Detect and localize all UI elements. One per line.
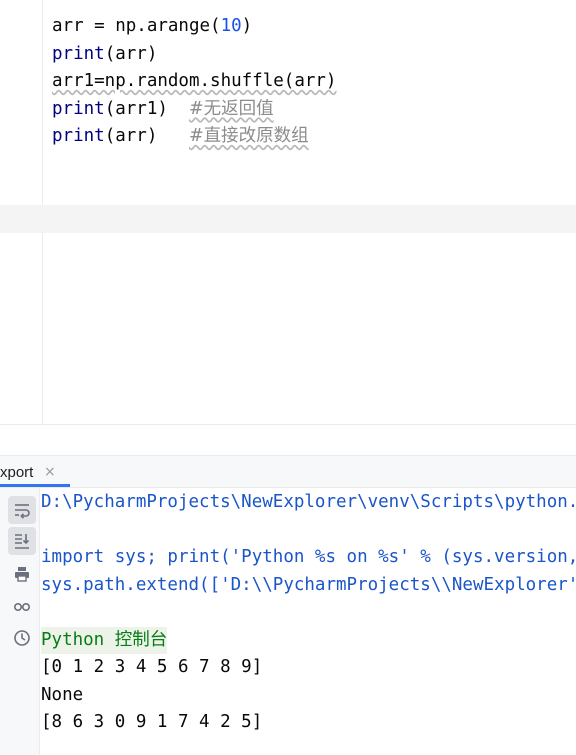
console-command-line: import sys; print('Python %s on %s' % (s…	[41, 547, 576, 567]
console-command-line: D:\PycharmProjects\NewExplorer\venv\Scri…	[41, 492, 576, 512]
code-comment: #无返回值	[188, 98, 274, 119]
code-token: (arr)	[104, 126, 189, 146]
code-token: print	[52, 43, 105, 64]
print-icon[interactable]	[8, 560, 36, 588]
console-output-line: None	[41, 684, 84, 705]
code-token: arr1=np.random.shuffle(arr)	[52, 71, 337, 91]
code-token: arr = np.arange(	[52, 16, 221, 36]
code-line[interactable]: print(arr1) #无返回值	[52, 96, 336, 124]
console-output-line: [0 1 2 3 4 5 6 7 8 9]	[41, 657, 263, 677]
code-line[interactable]: print(arr) #直接改原数组	[52, 123, 336, 151]
code-line[interactable]: arr1=np.random.shuffle(arr)	[52, 68, 336, 96]
run-tab[interactable]: xport	[0, 456, 70, 487]
code-editor[interactable]: arr = np.arange(10) print(arr) arr1=np.ran…	[0, 0, 576, 425]
code-token: print	[52, 98, 105, 119]
scroll-to-end-icon[interactable]	[8, 527, 36, 555]
console-command-line: sys.path.extend(['D:\\PycharmProjects\\N…	[41, 574, 576, 595]
run-tool-header: xport ×	[0, 455, 576, 488]
run-tab-label: xport	[0, 464, 34, 481]
console-toolbar	[0, 488, 40, 755]
glasses-icon[interactable]	[8, 592, 36, 620]
clock-icon[interactable]	[8, 624, 36, 652]
current-line-highlight	[0, 205, 576, 233]
code-token: (arr1)	[104, 98, 189, 119]
console-output-line: [8 6 3 0 9 1 7 4 2 5]	[41, 712, 263, 732]
code-comment: #直接改原数组	[188, 126, 309, 146]
close-icon[interactable]: ×	[44, 456, 56, 487]
code-lines[interactable]: arr = np.arange(10) print(arr) arr1=np.ran…	[52, 13, 336, 151]
code-token: )	[241, 16, 253, 36]
code-line[interactable]: print(arr)	[52, 41, 336, 69]
python-console-output[interactable]: D:\PycharmProjects\NewExplorer\venv\Scri…	[41, 488, 576, 755]
code-line[interactable]: arr = np.arange(10)	[52, 13, 336, 41]
code-token: (arr)	[104, 43, 158, 64]
editor-divider	[0, 424, 576, 425]
code-token: 10	[220, 16, 242, 36]
soft-wrap-icon[interactable]	[8, 496, 36, 524]
code-token: print	[52, 126, 105, 146]
console-banner: Python 控制台	[41, 626, 168, 654]
